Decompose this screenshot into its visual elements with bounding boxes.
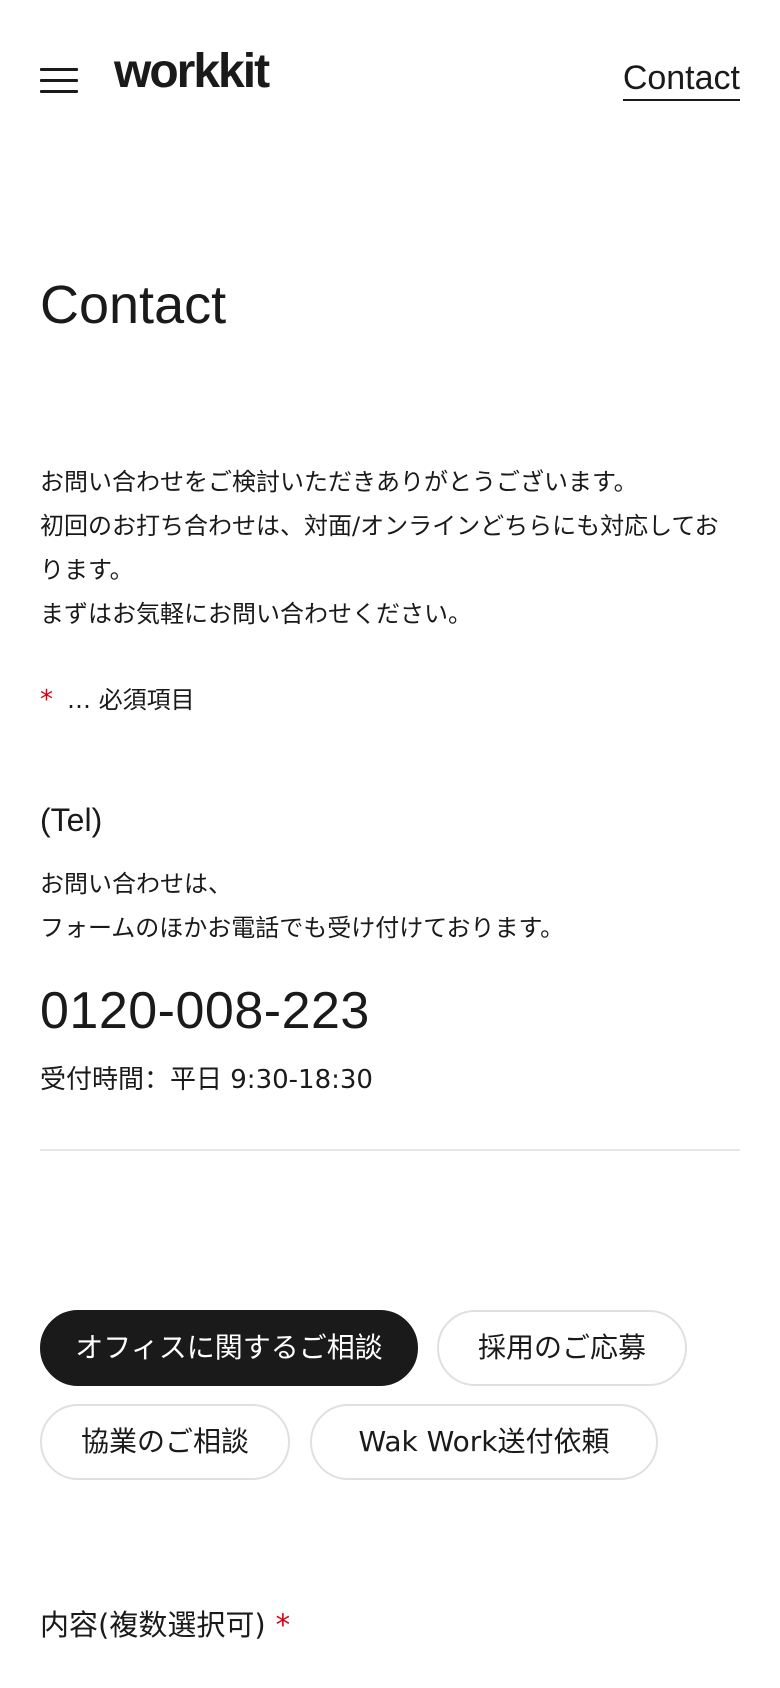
page-title: Contact <box>40 275 227 335</box>
category-pill-partnership[interactable]: 協業のご相談 <box>40 1404 290 1480</box>
tel-description: お問い合わせは、 フォームのほかお電話でも受け付けております。 <box>40 862 740 950</box>
required-mark: * <box>275 1608 291 1642</box>
content-field-label: 内容(複数選択可) * <box>40 1608 290 1642</box>
menu-icon[interactable] <box>40 68 78 94</box>
menu-icon-bar <box>40 79 78 82</box>
menu-icon-bar <box>40 90 78 93</box>
required-mark: * <box>40 685 53 715</box>
required-note: * … 必須項目 <box>40 685 195 715</box>
required-note-text: … 必須項目 <box>67 686 195 714</box>
tel-desc-line: フォームのほかお電話でも受け付けております。 <box>40 914 565 942</box>
intro-text: お問い合わせをご検討いただきありがとうございます。 初回のお打ち合わせは、対面/… <box>40 460 740 636</box>
intro-line: 初回のお打ち合わせは、対面/オンラインどちらにも対応しております。 <box>40 512 719 584</box>
intro-line: まずはお気軽にお問い合わせください。 <box>40 600 472 628</box>
divider <box>40 1149 740 1151</box>
category-pill-office[interactable]: オフィスに関するご相談 <box>40 1310 418 1386</box>
tel-hours: 受付時間：平日 9:30-18:30 <box>40 1065 373 1095</box>
contact-page: workkit Contact Contact お問い合わせをご検討いただきあり… <box>0 0 780 1688</box>
intro-line: お問い合わせをご検討いただきありがとうございます。 <box>40 468 638 496</box>
site-header: workkit Contact <box>0 0 780 160</box>
tel-number[interactable]: 0120-008-223 <box>40 985 370 1037</box>
category-pill-wakwork[interactable]: Wak Work送付依頼 <box>310 1404 658 1480</box>
category-pill-recruit[interactable]: 採用のご応募 <box>437 1310 687 1386</box>
tel-desc-line: お問い合わせは、 <box>40 870 232 898</box>
menu-icon-bar <box>40 68 78 71</box>
field-label-text: 内容(複数選択可) <box>40 1608 266 1642</box>
tel-heading: (Tel) <box>40 802 103 838</box>
nav-contact-link[interactable]: Contact <box>622 59 740 102</box>
logo[interactable]: workkit <box>114 48 270 96</box>
